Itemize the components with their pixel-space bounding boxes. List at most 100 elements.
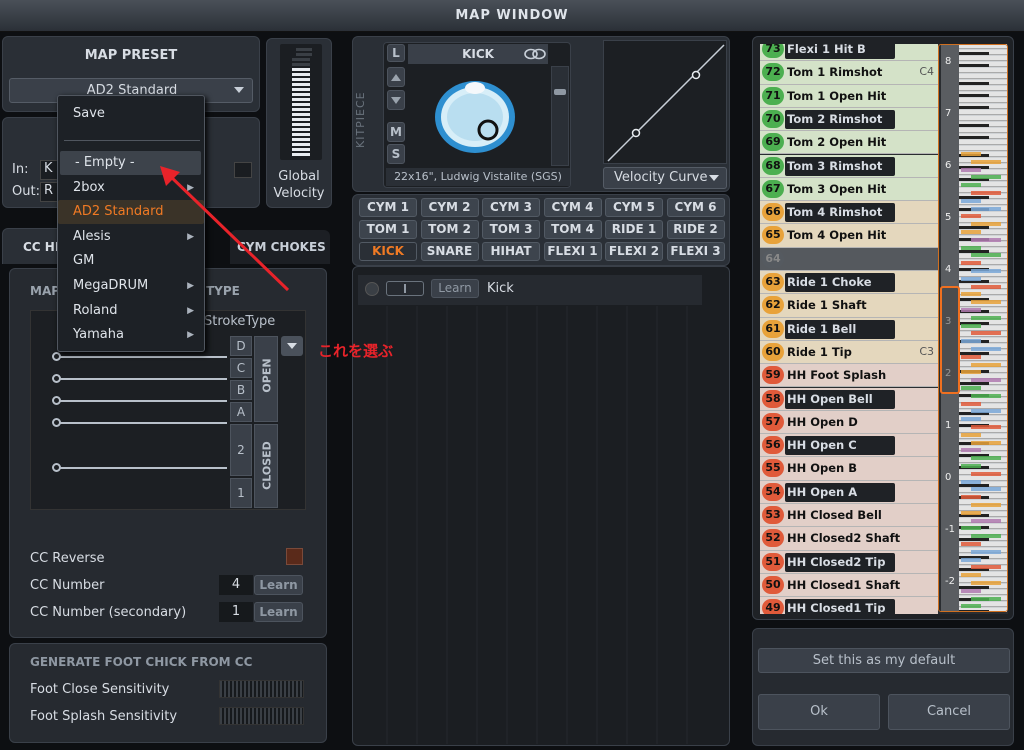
cancel-button[interactable]: Cancel [888,694,1010,730]
pad-button[interactable]: FLEXI 2 [605,242,663,261]
pad-button[interactable]: CYM 5 [605,198,663,217]
cc-zone-handle[interactable] [52,374,61,383]
trigger-list-area [358,306,702,744]
note-row[interactable]: 53 HH Closed Bell [760,504,938,528]
note-label: Ride 1 Tip [787,344,852,359]
note-row[interactable]: 60 Ride 1 Tip C3 [760,340,938,365]
velocity-curve-graph[interactable] [603,40,727,164]
note-row[interactable]: 59 HH Foot Splash [760,364,938,388]
note-row[interactable]: 49 HH Closed1 Tip [760,597,938,614]
cc-zone-line [57,356,227,358]
cc-zone-handle[interactable] [52,418,61,427]
note-row[interactable]: 55 HH Open B [760,457,938,481]
note-row[interactable]: 52 HH Closed2 Shaft [760,527,938,551]
pad-button[interactable]: KICK [359,242,417,261]
kitpiece-l-button[interactable]: L [387,44,405,62]
velocity-bar-segment [292,78,310,81]
note-row[interactable]: 66 Tom 4 Rimshot [760,201,938,225]
velocity-curve-dropdown[interactable]: Velocity Curve [603,167,727,189]
ok-button[interactable]: Ok [758,694,880,730]
stroke-type-dropdown[interactable] [281,336,303,356]
octave-tag: C3 [919,344,934,358]
submenu-arrow-icon: ▶ [187,330,194,341]
pad-button[interactable]: TOM 3 [482,220,540,239]
pad-button[interactable]: TOM 1 [359,220,417,239]
note-row[interactable]: 50 HH Closed1 Shaft [760,573,938,598]
solo-button[interactable]: S [387,144,405,164]
pad-button[interactable]: TOM 2 [420,220,479,239]
note-row[interactable]: 58 HH Open Bell [760,387,938,411]
pad-button[interactable]: SNARE [420,242,479,261]
note-row[interactable]: 67 Tom 3 Open Hit [760,177,938,202]
pad-button[interactable]: CYM 1 [359,198,417,217]
note-row[interactable]: 64 [760,247,938,271]
note-row[interactable]: 69 Tom 2 Open Hit [760,131,938,155]
global-velocity-slider[interactable] [280,44,322,160]
menu-item-save[interactable]: Save [58,102,204,126]
cc-zone-label: B [230,380,252,400]
foot-splash-slider[interactable] [219,707,304,725]
pad-button[interactable]: CYM 3 [482,198,540,217]
note-row[interactable]: 54 HH Open A [760,480,938,504]
note-number: 65 [762,226,784,245]
prev-kitpiece-button[interactable] [387,67,405,87]
foot-chick-title: GENERATE FOOT CHICK FROM CC [30,655,253,669]
note-row[interactable]: 63 Ride 1 Choke [760,271,938,295]
cc-reverse-checkbox[interactable] [286,548,303,565]
cc-number-field[interactable]: 4 [219,575,253,595]
trigger-toggle[interactable] [386,281,424,296]
note-row[interactable]: 68 Tom 3 Rimshot [760,154,938,178]
kitpiece-scrollbar[interactable] [551,66,569,166]
pad-button[interactable]: CYM 2 [420,198,479,217]
note-row[interactable]: 56 HH Open C [760,434,938,458]
cc-number-secondary-learn-button[interactable]: Learn [254,602,303,622]
note-row[interactable]: 71 Tom 1 Open Hit [760,84,938,108]
note-row[interactable]: 70 Tom 2 Rimshot [760,107,938,132]
out-field[interactable]: R [40,182,58,202]
pad-button[interactable]: CYM 6 [666,198,725,217]
menu-item-roland[interactable]: Roland ▶ [58,299,204,323]
pad-button[interactable]: TOM 4 [543,220,602,239]
velocity-bar-segment [296,53,312,56]
link-icon[interactable] [524,48,546,60]
menu-item-yamaha[interactable]: Yamaha ▶ [58,323,204,347]
note-row[interactable]: 65 Tom 4 Open Hit [760,224,938,248]
foot-close-slider[interactable] [219,680,304,698]
pad-button[interactable]: CYM 4 [543,198,602,217]
note-label: Tom 3 Open Hit [787,181,887,196]
note-row[interactable]: 51 HH Closed2 Tip [760,550,938,574]
velocity-bar-segment [292,133,310,136]
pad-button[interactable]: FLEXI 1 [543,242,602,261]
note-row[interactable]: 72 Tom 1 Rimshot C4 [760,61,938,85]
in-field[interactable]: K [40,160,58,180]
note-label: Tom 4 Rimshot [785,203,895,223]
pad-button[interactable]: FLEXI 3 [666,242,725,261]
cc-number-secondary-field[interactable]: 1 [219,602,253,622]
set-default-button[interactable]: Set this as my default [758,648,1010,673]
trigger-learn-button[interactable]: Learn [431,279,479,298]
cc-zone-handle[interactable] [52,463,61,472]
foot-close-label: Foot Close Sensitivity [30,682,170,697]
note-row[interactable]: 73 Flexi 1 Hit B [760,44,938,62]
note-number: 72 [762,63,784,82]
mute-button[interactable]: M [387,122,405,142]
note-row[interactable]: 62 Ride 1 Shaft [760,294,938,318]
cc-number-learn-button[interactable]: Learn [254,575,303,595]
kitpiece-side-label: KITPIECE [354,91,367,148]
next-kitpiece-button[interactable] [387,90,405,110]
pad-button[interactable]: HIHAT [482,242,540,261]
cc-zone-line [57,378,227,380]
note-label: HH Closed Bell [787,508,882,522]
note-number: 58 [762,389,784,408]
note-number: 56 [762,436,784,455]
pad-button[interactable]: RIDE 1 [605,220,663,239]
pad-button[interactable]: RIDE 2 [666,220,725,239]
cc-zone-handle[interactable] [52,396,61,405]
cc-zone-handle[interactable] [52,352,61,361]
velocity-bar-segment [292,103,310,106]
note-row[interactable]: 57 HH Open D [760,410,938,435]
note-row[interactable]: 61 Ride 1 Bell [760,317,938,341]
note-label: Ride 1 Choke [785,273,895,292]
velocity-bar-segment [292,68,310,71]
note-label: HH Foot Splash [787,368,887,383]
